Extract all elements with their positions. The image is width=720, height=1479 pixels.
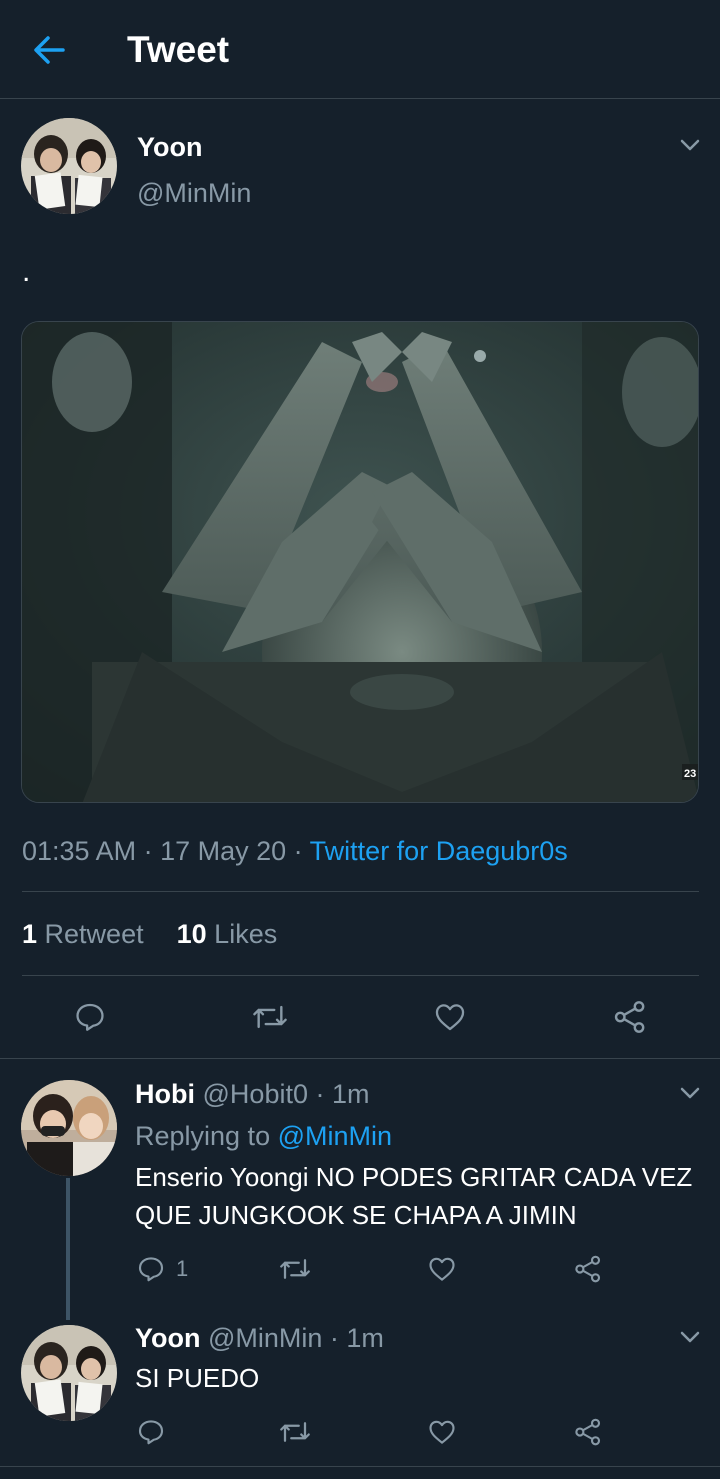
divider	[22, 975, 699, 976]
reply-author-handle[interactable]: @Hobit0	[203, 1079, 308, 1109]
like-button[interactable]	[430, 997, 470, 1037]
tweet-date: 17 May 20	[160, 836, 287, 866]
chevron-down-icon[interactable]	[678, 1325, 702, 1349]
divider	[22, 891, 699, 892]
replying-to-link[interactable]: @MinMin	[278, 1121, 392, 1151]
page-title: Tweet	[127, 29, 230, 70]
chevron-down-icon[interactable]	[678, 133, 702, 157]
reply-share-button[interactable]	[573, 1417, 603, 1447]
retweet-button[interactable]	[250, 997, 290, 1037]
reply-like-button[interactable]	[426, 1417, 458, 1447]
reply-count: 1	[176, 1256, 189, 1281]
reply-share-button[interactable]	[573, 1254, 603, 1284]
retweet-icon	[253, 1005, 287, 1029]
divider	[0, 1058, 720, 1059]
tweet-media[interactable]: 23	[21, 321, 699, 803]
reply-like-button[interactable]	[426, 1254, 458, 1284]
reply-time: · 1m	[307, 1079, 370, 1109]
author-avatar[interactable]	[21, 118, 117, 214]
divider	[0, 1466, 720, 1467]
thread-line	[66, 1178, 70, 1320]
author-name[interactable]: Yoon	[137, 131, 202, 163]
meta-separator: ·	[286, 836, 310, 866]
reply-avatar[interactable]	[21, 1080, 117, 1176]
reply-avatar[interactable]	[21, 1325, 117, 1421]
reply-author-name[interactable]: Yoon	[135, 1323, 200, 1353]
reply-text: SI PUEDO	[135, 1363, 260, 1393]
back-button[interactable]	[28, 30, 70, 70]
reply-author-handle[interactable]: @MinMin	[208, 1323, 322, 1353]
share-icon	[575, 1255, 601, 1283]
share-button[interactable]	[610, 997, 650, 1037]
heart-icon	[435, 1004, 465, 1031]
reply-time: · 1m	[322, 1323, 384, 1353]
tweet-time: 01:35 AM	[22, 836, 137, 866]
comment-icon	[138, 1257, 164, 1282]
reply-header: Hobi @Hobit0 · 1m	[135, 1077, 370, 1111]
meta-separator: ·	[136, 836, 161, 866]
heart-icon	[429, 1420, 455, 1444]
tweet-meta: 01:35 AM · 17 May 20 · Twitter for Daegu…	[22, 833, 568, 869]
reply-author-name[interactable]: Hobi	[135, 1079, 195, 1109]
top-bar: Tweet	[0, 0, 720, 99]
reply-retweet-button[interactable]	[278, 1254, 312, 1284]
share-icon	[614, 1001, 645, 1033]
share-icon	[575, 1418, 601, 1446]
comment-icon	[138, 1420, 164, 1445]
chevron-down-icon[interactable]	[678, 1081, 702, 1105]
tweet-text: .	[22, 255, 31, 288]
tweet-stats: 1 Retweet 10 Likes	[22, 917, 277, 951]
comment-icon	[76, 1003, 104, 1031]
retweet-icon	[280, 1259, 310, 1279]
reply-header: Yoon @MinMin · 1m	[135, 1321, 384, 1355]
media-badge: 23	[684, 768, 696, 780]
heart-icon	[429, 1257, 455, 1281]
author-handle[interactable]: @MinMin	[137, 177, 251, 209]
retweet-icon	[280, 1422, 310, 1442]
replying-to: Replying to @MinMin	[135, 1121, 393, 1151]
retweets-stat[interactable]: 1 Retweet	[22, 919, 144, 949]
reply-button[interactable]	[70, 997, 110, 1037]
reply-retweet-button[interactable]	[278, 1417, 312, 1447]
arrow-left-icon	[34, 36, 65, 64]
reply-reply-button[interactable]	[136, 1417, 166, 1447]
reply-text: Enserio Yoongi NO PODES GRITAR CADA VEZ …	[135, 1162, 693, 1230]
likes-stat[interactable]: 10 Likes	[177, 919, 278, 949]
tweet-source-link[interactable]: Twitter for Daegubr0s	[310, 836, 568, 866]
reply-reply-button[interactable]: 1	[136, 1254, 188, 1284]
